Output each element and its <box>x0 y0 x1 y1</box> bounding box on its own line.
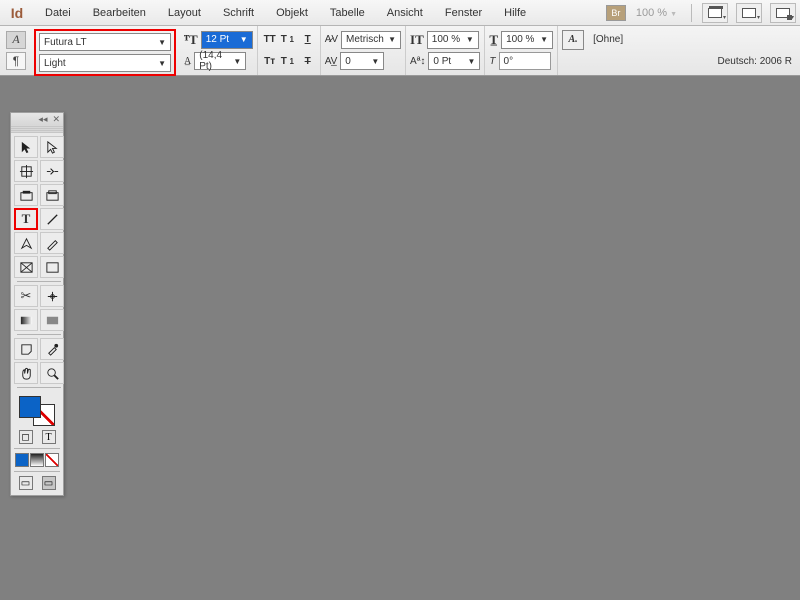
control-bar: A ¶ Futura LT▼ Light▼ ᵀT 12 Pt▼ A̲ (14,4… <box>0 26 800 76</box>
skew-value: 0° <box>504 56 514 67</box>
char-mode-button[interactable]: A <box>6 31 26 49</box>
screen-mode-icon[interactable]: ▾ <box>702 3 728 23</box>
line-tool[interactable] <box>40 208 64 230</box>
font-selection-highlight: Futura LT▼ Light▼ <box>34 29 176 76</box>
tools-titlebar[interactable]: ◂◂ ✕ <box>11 113 63 125</box>
kerning-dropdown[interactable]: Metrisch▼ <box>341 31 401 49</box>
content-collector-tool[interactable] <box>14 184 38 206</box>
type-tool[interactable]: T <box>14 208 38 230</box>
vscale-icon: IT <box>410 32 424 48</box>
scissors-tool[interactable]: ✂ <box>14 285 38 307</box>
eyedropper-tool[interactable] <box>40 338 64 360</box>
apply-color-button[interactable] <box>15 453 29 467</box>
menu-bearbeiten[interactable]: Bearbeiten <box>82 0 157 25</box>
language-value[interactable]: Deutsch: 2006 R <box>718 56 793 67</box>
hscale-icon: T̲ <box>489 32 498 48</box>
vscale-dropdown[interactable]: 100 %▼ <box>427 31 479 49</box>
app-logo: Id <box>0 5 34 21</box>
rect-frame-tool[interactable] <box>14 256 38 278</box>
font-size-icon: ᵀT <box>184 32 198 48</box>
rectangle-tool[interactable] <box>40 256 64 278</box>
menu-bar: Id Datei Bearbeiten Layout Schrift Objek… <box>0 0 800 26</box>
arrange-docs-icon[interactable]: ▾ <box>736 3 762 23</box>
underline-button[interactable]: T <box>300 32 316 48</box>
gap-tool[interactable] <box>40 160 64 182</box>
menu-datei[interactable]: Datei <box>34 0 82 25</box>
tracking-dropdown[interactable]: 0▼ <box>340 52 384 70</box>
menu-schrift[interactable]: Schrift <box>212 0 265 25</box>
hand-tool[interactable] <box>14 362 38 384</box>
pen-tool[interactable] <box>14 232 38 254</box>
subscript-button[interactable]: T1 <box>281 53 297 69</box>
page-tool[interactable] <box>14 160 38 182</box>
smallcaps-button[interactable]: Tᴛ <box>262 53 278 69</box>
direct-selection-tool[interactable] <box>40 136 64 158</box>
view-mode-preview[interactable]: ▭ <box>42 476 56 490</box>
view-mode-normal[interactable]: ▭ <box>19 476 33 490</box>
apply-none-button[interactable] <box>45 453 59 467</box>
skew-icon: T <box>489 56 495 67</box>
workspace-icon[interactable]: ▾ <box>770 3 796 23</box>
format-container-button[interactable]: ◻ <box>19 430 33 444</box>
font-family-dropdown[interactable]: Futura LT▼ <box>39 33 171 51</box>
leading-dropdown[interactable]: (14,4 Pt)▼ <box>194 52 246 70</box>
tools-grip[interactable] <box>11 125 63 133</box>
content-placer-tool[interactable] <box>40 184 64 206</box>
skew-field[interactable]: 0° <box>499 52 551 70</box>
caps-group: TT T1 T <box>262 30 316 50</box>
selection-tool[interactable] <box>14 136 38 158</box>
hscale-value: 100 % <box>506 34 534 45</box>
strike-button[interactable]: T <box>300 53 316 69</box>
font-size-dropdown[interactable]: 12 Pt▼ <box>201 31 253 49</box>
menu-layout[interactable]: Layout <box>157 0 212 25</box>
kerning-icon: A̷V <box>325 34 338 45</box>
font-size-value: 12 Pt <box>206 34 229 45</box>
menu-hilfe[interactable]: Hilfe <box>493 0 537 25</box>
font-style-value: Light <box>44 58 66 69</box>
menu-objekt[interactable]: Objekt <box>265 0 319 25</box>
menu-tabelle[interactable]: Tabelle <box>319 0 376 25</box>
gradient-feather-tool[interactable] <box>40 309 64 331</box>
fill-stroke-swatch[interactable] <box>19 396 55 426</box>
format-text-button[interactable]: T <box>42 430 56 444</box>
leading-icon: A̲ <box>184 56 191 67</box>
gradient-swatch-tool[interactable] <box>14 309 38 331</box>
baseline-value: 0 Pt <box>433 56 451 67</box>
font-family-value: Futura LT <box>44 37 87 48</box>
vscale-value: 100 % <box>432 34 460 45</box>
apply-gradient-button[interactable] <box>30 453 44 467</box>
superscript-button[interactable]: T1 <box>281 32 297 48</box>
menu-ansicht[interactable]: Ansicht <box>376 0 434 25</box>
zoom-tool[interactable] <box>40 362 64 384</box>
para-mode-button[interactable]: ¶ <box>6 52 26 70</box>
baseline-dropdown[interactable]: 0 Pt▼ <box>428 52 480 70</box>
allcaps-button[interactable]: TT <box>262 32 278 48</box>
smallcaps-group: Tᴛ T1 T <box>262 51 316 71</box>
char-style-value[interactable]: [Ohne] <box>593 34 623 45</box>
free-transform-tool[interactable] <box>40 285 64 307</box>
pencil-tool[interactable] <box>40 232 64 254</box>
fill-swatch[interactable] <box>19 396 41 418</box>
tracking-icon: AV̲ <box>325 56 338 67</box>
menu-fenster[interactable]: Fenster <box>434 0 493 25</box>
leading-value: (14,4 Pt) <box>199 50 233 72</box>
zoom-display[interactable]: 100 %▼ <box>636 7 677 19</box>
tools-panel: ◂◂ ✕ T ✂ ◻ T <box>10 112 64 496</box>
tracking-value: 0 <box>345 56 351 67</box>
bridge-button[interactable]: Br <box>606 5 626 21</box>
hscale-dropdown[interactable]: 100 %▼ <box>501 31 553 49</box>
baseline-icon: Aª↕ <box>410 56 425 67</box>
font-style-dropdown[interactable]: Light▼ <box>39 54 171 72</box>
char-style-icon: A. <box>562 30 584 50</box>
kerning-value: Metrisch <box>346 34 384 45</box>
note-tool[interactable] <box>14 338 38 360</box>
